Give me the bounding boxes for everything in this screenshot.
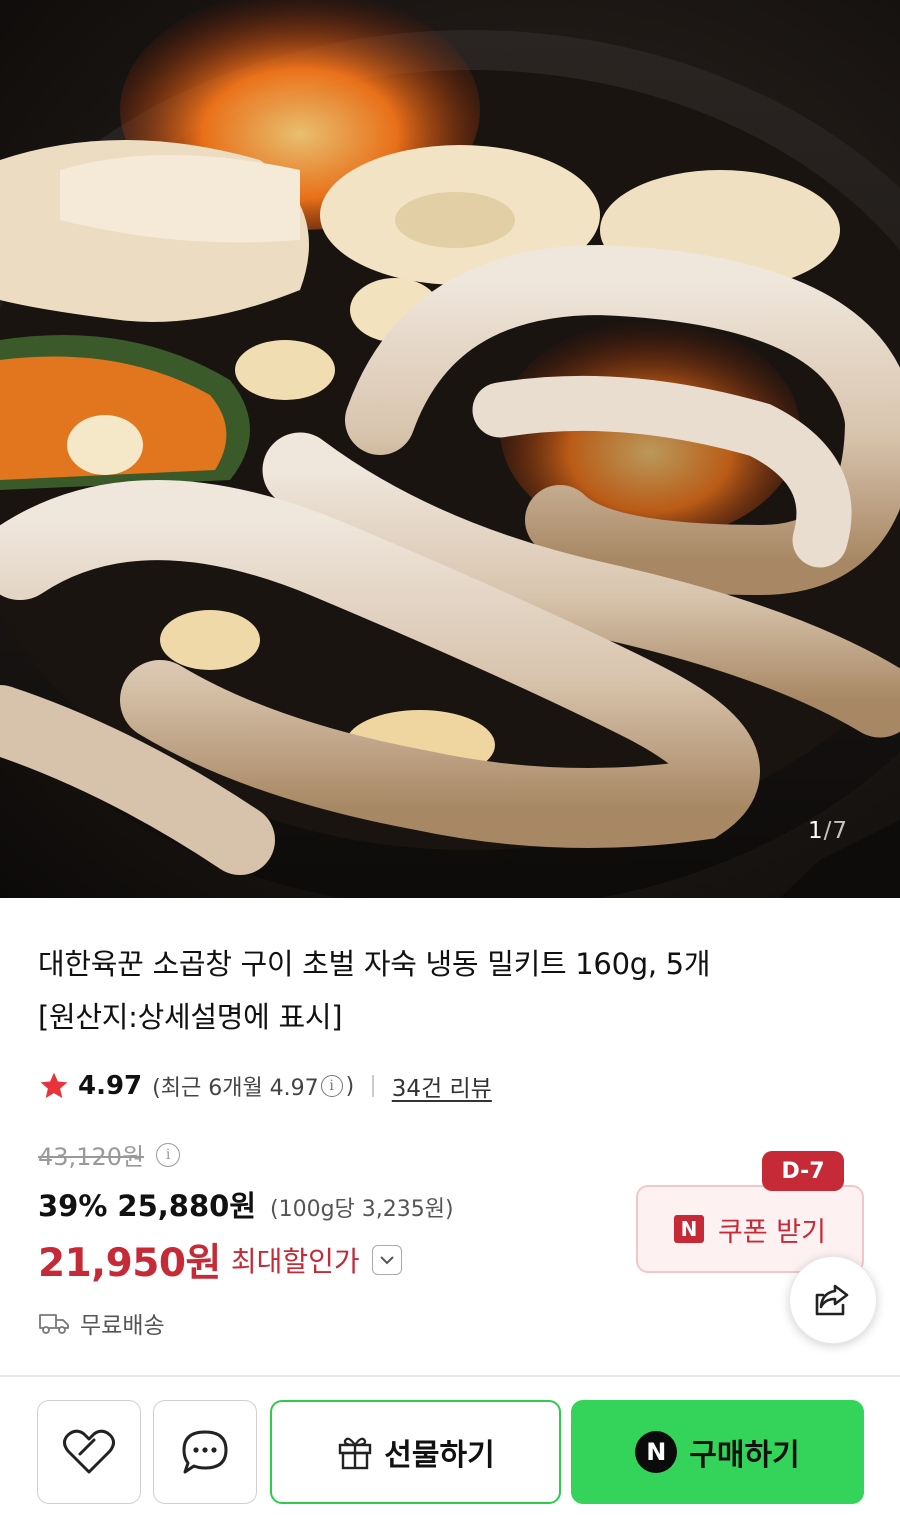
share-icon bbox=[815, 1284, 849, 1316]
rating-recent-text: (최근 6개월 4.97 bbox=[152, 1076, 319, 1101]
image-counter: 1/7 bbox=[808, 818, 848, 844]
image-counter-current: 1 bbox=[807, 818, 824, 844]
chat-icon bbox=[182, 1430, 228, 1474]
product-photo-illustration bbox=[0, 0, 900, 898]
discount-percent: 39% bbox=[38, 1189, 108, 1223]
original-price-row: 43,120원 i bbox=[38, 1137, 183, 1172]
heart-icon bbox=[63, 1429, 115, 1474]
divider bbox=[372, 1075, 374, 1097]
max-discount-price: 21,950원 bbox=[38, 1241, 221, 1286]
original-price: 43,120원 bbox=[38, 1143, 145, 1171]
rating-score: 4.97 bbox=[78, 1071, 143, 1101]
rating-row: 4.97 (최근 6개월 4.97 i ) 34건 리뷰 bbox=[38, 1068, 492, 1104]
gift-button[interactable]: 선물하기 bbox=[270, 1400, 561, 1504]
product-title: 대한육꾼 소곱창 구이 초벌 자숙 냉동 밀키트 160g, 5개 [원산지:상… bbox=[38, 938, 858, 1044]
naver-n-icon: N bbox=[674, 1215, 705, 1243]
image-counter-total: 7 bbox=[832, 818, 848, 844]
max-discount-row: 21,950원 최대할인가 bbox=[38, 1232, 402, 1288]
coupon-label: 쿠폰 받기 bbox=[718, 1216, 826, 1248]
product-title-line1: 대한육꾼 소곱창 구이 초벌 자숙 냉동 밀키트 160g, 5개 bbox=[38, 947, 711, 981]
wishlist-button[interactable] bbox=[37, 1400, 141, 1504]
buy-button[interactable]: N 구매하기 bbox=[571, 1400, 864, 1504]
sale-price-row: 39% 25,880원 (100g당 3,235원) bbox=[38, 1183, 454, 1225]
coupon-dday-badge: D-7 bbox=[762, 1151, 844, 1191]
share-button[interactable] bbox=[789, 1256, 877, 1344]
max-discount-label: 최대할인가 bbox=[230, 1245, 360, 1278]
product-image[interactable]: 1/7 bbox=[0, 0, 900, 898]
sale-price: 25,880원 bbox=[117, 1189, 257, 1223]
buy-label: 구매하기 bbox=[689, 1438, 800, 1473]
naver-pay-icon: N bbox=[635, 1431, 678, 1473]
rating-recent: (최근 6개월 4.97 i ) bbox=[152, 1070, 354, 1102]
star-icon bbox=[40, 1072, 68, 1098]
product-title-line2: [원산지:상세설명에 표시] bbox=[38, 1000, 343, 1034]
shipping-label: 무료배송 bbox=[80, 1313, 165, 1339]
unit-price: (100g당 3,235원) bbox=[270, 1197, 454, 1222]
gift-label: 선물하기 bbox=[384, 1438, 495, 1473]
gift-icon bbox=[339, 1437, 372, 1470]
rating-recent-close: ) bbox=[345, 1073, 355, 1099]
review-count-link[interactable]: 34건 리뷰 bbox=[392, 1069, 492, 1103]
shipping-row: 무료배송 bbox=[38, 1306, 165, 1340]
chat-button[interactable] bbox=[153, 1400, 257, 1504]
info-icon[interactable]: i bbox=[156, 1142, 181, 1167]
truck-icon bbox=[39, 1314, 69, 1334]
divider bbox=[0, 1375, 900, 1377]
info-icon[interactable]: i bbox=[320, 1075, 343, 1097]
chevron-down-icon[interactable] bbox=[371, 1245, 402, 1275]
